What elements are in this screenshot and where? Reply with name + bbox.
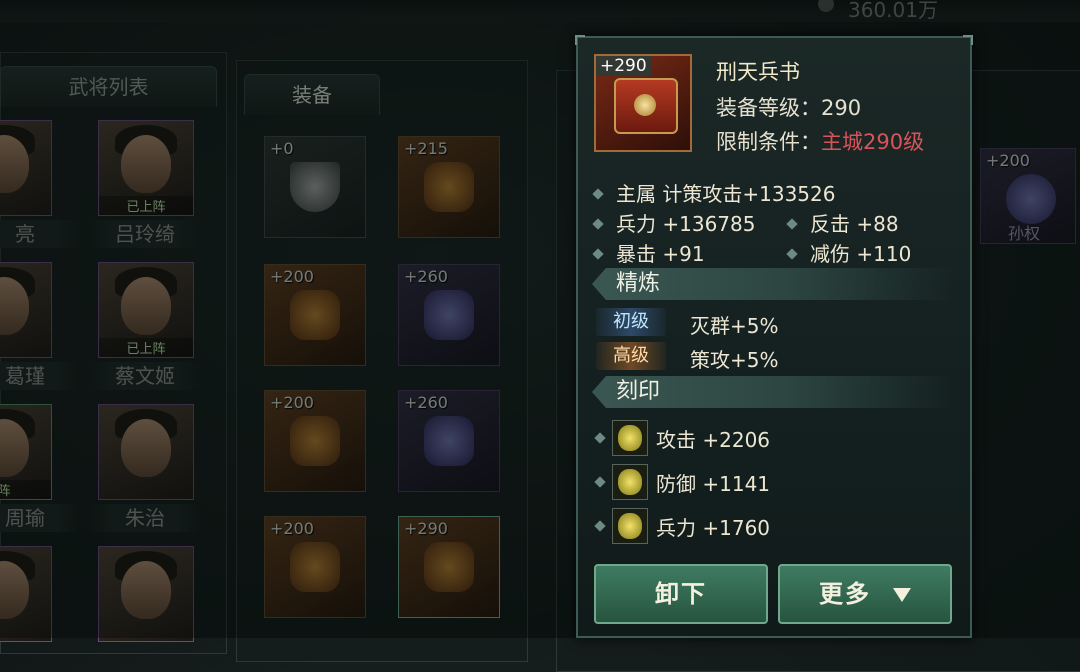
bullet-icon: [594, 476, 606, 488]
unequip-label: 卸下: [655, 580, 707, 608]
refine-section-header: 精炼: [592, 268, 952, 300]
bullet-icon: [594, 432, 606, 444]
bullet-icon: [594, 520, 606, 532]
stat-line: 暴击 +91: [592, 238, 705, 267]
bullet-icon: [786, 247, 798, 260]
engrave-seal-icon: [612, 420, 648, 456]
more-label: 更多: [819, 580, 871, 608]
main-stat-text: 主属 计策攻击+133526: [616, 182, 836, 206]
seal-gem: [618, 469, 642, 495]
bullet-icon: [592, 247, 604, 260]
main-stat: 主属 计策攻击+133526: [592, 178, 836, 207]
stat-line: 兵力 +136785: [592, 208, 756, 237]
seal-gem: [618, 513, 642, 539]
engrave-text: 攻击 +2206: [656, 428, 771, 452]
corner-ornament: [575, 35, 585, 45]
stat-line: 减伤 +110: [786, 238, 912, 267]
engrave-text: 防御 +1141: [656, 472, 771, 496]
equip-level-label: 装备等级：: [716, 96, 821, 120]
item-level-badge: +290: [596, 56, 651, 76]
triangle-down-icon: [893, 588, 911, 602]
bullet-icon: [592, 217, 604, 230]
engrave-seal-icon: [612, 508, 648, 544]
stat-text: 反击 +88: [810, 212, 899, 236]
seal-gem: [618, 425, 642, 451]
engrave-seal-icon: [612, 464, 648, 500]
stat-text: 兵力 +136785: [616, 212, 756, 236]
book-seal-icon: [634, 94, 656, 116]
stat-text: 减伤 +110: [810, 242, 912, 266]
bullet-icon: [786, 217, 798, 230]
refine-text: 灭群+5%: [690, 314, 779, 338]
unequip-button[interactable]: 卸下: [594, 564, 768, 624]
engrave-section-header: 刻印: [592, 376, 952, 408]
item-tooltip: +290 刑天兵书 装备等级：290 限制条件：主城290级 主属 计策攻击+1…: [575, 35, 973, 638]
engrave-text: 兵力 +1760: [656, 516, 771, 540]
book-icon: [614, 78, 678, 134]
item-icon-frame: +290: [594, 54, 692, 152]
refine-text: 策攻+5%: [690, 348, 779, 372]
stat-line: 反击 +88: [786, 208, 899, 237]
bullet-icon: [592, 187, 604, 200]
equip-level-line: 装备等级：290: [716, 92, 861, 122]
stat-text: 暴击 +91: [616, 242, 705, 266]
item-name: 刑天兵书: [716, 60, 800, 84]
more-button[interactable]: 更多: [778, 564, 952, 624]
limit-value: 主城290级: [821, 130, 925, 154]
limit-line: 限制条件：主城290级: [716, 126, 924, 156]
corner-ornament: [963, 35, 973, 45]
refine-title: 精炼: [616, 271, 661, 296]
equip-level-value: 290: [821, 96, 862, 120]
refine-tier-tag: 高级: [596, 342, 666, 370]
limit-label: 限制条件：: [716, 130, 821, 154]
refine-tier-tag: 初级: [596, 308, 666, 336]
engrave-title: 刻印: [616, 379, 661, 404]
